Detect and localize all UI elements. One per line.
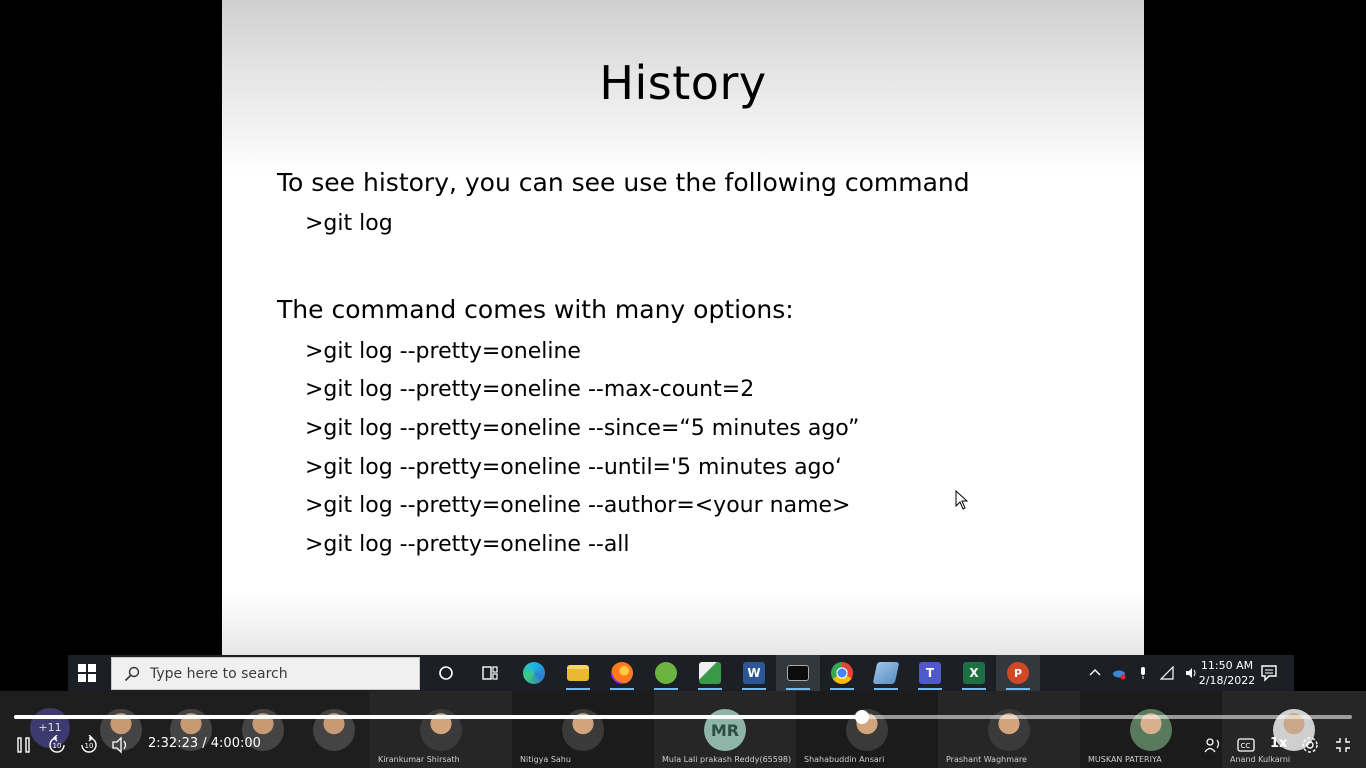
seek-bar-progress <box>14 715 863 719</box>
participants-strip: Kirankumar Shirsath Nitigya Sahu MR Mula… <box>0 691 1366 768</box>
task-view-button[interactable] <box>468 655 512 691</box>
forward-10-button[interactable]: 10 <box>78 735 100 755</box>
wifi-icon[interactable] <box>1160 666 1174 680</box>
terminal-icon <box>787 665 809 681</box>
presentation-slide: History To see history, you can see use … <box>222 0 1144 656</box>
svg-text:CC: CC <box>1241 742 1251 750</box>
windows-taskbar: Type here to search W T X P 11:50 AM 2/1… <box>68 655 1294 691</box>
participant-tile[interactable]: MUSKAN PATERIYA <box>1080 691 1222 768</box>
volume-button[interactable] <box>110 735 132 755</box>
exit-fullscreen-button[interactable] <box>1334 735 1352 755</box>
search-icon <box>124 666 140 681</box>
current-time: 2:32:23 <box>148 736 199 751</box>
participant-tile[interactable]: Prashant Waghmare <box>938 691 1080 768</box>
notification-center-icon[interactable] <box>1260 664 1278 682</box>
clock-time: 11:50 AM <box>1200 659 1254 672</box>
slide-option-line: >git log --pretty=oneline <box>305 339 581 364</box>
firefox-button[interactable] <box>600 655 644 691</box>
audio-description-icon <box>1204 738 1220 753</box>
seek-bar[interactable] <box>14 710 1352 724</box>
forward-seconds: 10 <box>84 742 94 750</box>
chart-app-icon <box>699 662 721 684</box>
participant-tile[interactable]: MR Mula Lali prakash Reddy(65598) <box>654 691 796 768</box>
slide-option-line: >git log --pretty=oneline --max-count=2 <box>305 377 755 402</box>
search-placeholder: Type here to search <box>150 665 288 682</box>
participant-name: Mula Lali prakash Reddy(65598) <box>662 755 792 764</box>
rewind-seconds: 10 <box>52 742 62 750</box>
settings-button[interactable] <box>1300 735 1320 755</box>
slide-option-line: >git log --pretty=oneline --since=“5 min… <box>305 416 860 441</box>
slide-text-line: To see history, you can see use the foll… <box>277 168 970 197</box>
microphone-icon[interactable] <box>1136 666 1150 680</box>
terminal-button[interactable] <box>776 655 820 691</box>
word-button[interactable]: W <box>732 655 776 691</box>
participant-tile[interactable]: Kirankumar Shirsath <box>370 691 512 768</box>
chrome-button[interactable] <box>820 655 864 691</box>
clock-date: 2/18/2022 <box>1198 674 1256 687</box>
teams-icon: T <box>919 662 941 684</box>
slide-option-line: >git log --pretty=oneline --author=<your… <box>305 493 851 518</box>
file-explorer-button[interactable] <box>556 655 600 691</box>
edge-icon <box>523 662 545 684</box>
system-tray <box>1088 655 1198 691</box>
windows-start-icon[interactable] <box>78 664 96 682</box>
exit-fullscreen-icon <box>1336 738 1350 752</box>
participant-tile[interactable]: Shahabuddin Ansari <box>796 691 938 768</box>
mouse-cursor-icon <box>955 490 969 510</box>
rewind-10-button[interactable]: 10 <box>46 735 68 755</box>
word-icon: W <box>743 662 765 684</box>
notepad-icon <box>872 662 900 684</box>
participant-name: Shahabuddin Ansari <box>804 755 885 764</box>
participant-name: Nitigya Sahu <box>520 755 571 764</box>
audio-description-button[interactable] <box>1202 735 1224 755</box>
participant-name: Kirankumar Shirsath <box>378 755 460 764</box>
task-view-icon <box>482 666 498 680</box>
excel-button[interactable]: X <box>952 655 996 691</box>
chevron-up-icon[interactable] <box>1088 666 1102 680</box>
pause-icon <box>17 737 30 753</box>
chart-app-button[interactable] <box>688 655 732 691</box>
participant-name: Prashant Waghmare <box>946 755 1027 764</box>
taskbar-pinned-apps: W T X P <box>424 655 1040 691</box>
captions-button[interactable]: CC <box>1236 735 1256 755</box>
cortana-button[interactable] <box>424 655 468 691</box>
volume-icon <box>112 736 127 754</box>
participant-tile[interactable]: Nitigya Sahu <box>512 691 654 768</box>
participant-tile[interactable]: Anand Kulkarni <box>1222 691 1366 768</box>
firefox-icon <box>611 662 633 684</box>
teams-button[interactable]: T <box>908 655 952 691</box>
edge-button[interactable] <box>512 655 556 691</box>
cortana-icon <box>439 666 453 680</box>
excel-icon: X <box>963 662 985 684</box>
notepad-button[interactable] <box>864 655 908 691</box>
participant-name: Anand Kulkarni <box>1230 755 1291 764</box>
spring-button[interactable] <box>644 655 688 691</box>
pause-button[interactable] <box>14 735 34 755</box>
slide-option-line: >git log --pretty=oneline --all <box>305 532 630 557</box>
total-time: 4:00:00 <box>210 736 261 751</box>
playback-time: 2:32:23 / 4:00:00 <box>148 736 261 751</box>
spring-icon <box>655 662 677 684</box>
chrome-icon <box>831 662 853 684</box>
powerpoint-button[interactable]: P <box>996 655 1040 691</box>
onedrive-icon[interactable] <box>1112 666 1126 680</box>
slide-title: History <box>599 56 767 110</box>
gear-icon <box>1302 737 1318 753</box>
file-explorer-icon <box>567 665 589 681</box>
powerpoint-icon: P <box>1007 662 1029 684</box>
captions-icon: CC <box>1237 738 1255 752</box>
taskbar-search-box[interactable]: Type here to search <box>111 657 420 690</box>
slide-text-line: The command comes with many options: <box>277 295 794 324</box>
participant-name: MUSKAN PATERIYA <box>1088 755 1162 764</box>
taskbar-clock[interactable]: 11:50 AM 2/18/2022 <box>1194 658 1260 688</box>
playback-speed-button[interactable]: 1x <box>1270 736 1287 751</box>
slide-option-line: >git log --pretty=oneline --until='5 min… <box>305 455 842 480</box>
slide-command-line: >git log <box>305 211 393 236</box>
